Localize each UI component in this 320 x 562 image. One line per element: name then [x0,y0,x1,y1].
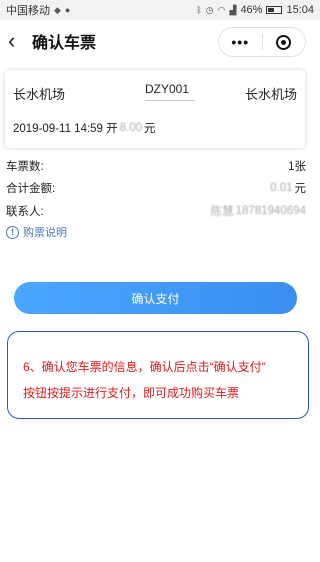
purchase-help-label: 购票说明 [23,227,67,239]
total-amount-label: 合计金额: [6,183,56,195]
carrier-label: 中国移动 [6,5,50,17]
total-amount-unit: 元 [294,183,307,195]
instruction-callout: 6、确认您车票的信息，确认后点击“确认支付” 按钮按提示进行支付，即可成功购买车… [7,331,309,419]
mini-program-capsule: ••• [218,27,306,57]
confirm-pay-button[interactable]: 确认支付 [14,282,297,314]
chevron-left-icon[interactable]: ‹ [0,30,30,52]
bluetooth-icon: ᛒ [196,5,202,15]
ticket-price: 8.00 [119,122,143,134]
price-unit: 元 [144,123,156,135]
signal-icon: ▟ [229,4,237,15]
page-title: 确认车票 [32,35,97,52]
instruction-line-2: 按钮按提示进行支付，即可成功购买车票 [23,386,240,400]
ticket-count-value: 1张 [288,161,306,173]
status-bar-right: ᛒ ◷ ◠ ▟ 46% 15:04 [196,4,314,16]
battery-icon [266,6,283,14]
contact-info: 陈慧 18781940694 [211,203,306,219]
location-icon: ● [64,5,71,15]
contact-name: 陈慧 [210,206,234,218]
close-circle-icon [276,34,292,50]
close-button[interactable] [262,34,305,50]
route-arrow [145,100,195,101]
departure-time: 2019-09-11 14:59 开 [13,123,118,135]
purchase-help-link[interactable]: ! 购票说明 [6,224,67,240]
ticket-card: 长水机场 DZY001 长水机场 2019-09-11 14:59 开 8.00… [5,70,305,148]
clock: 15:04 [286,4,314,16]
destination-station: 长水机场 [244,87,297,102]
info-icon: ! [6,225,19,239]
ticket-count-row: 车票数: 1张 [6,158,306,174]
ticket-count-label: 车票数: [6,161,44,173]
battery-percent: 46% [240,4,263,16]
route-number: DZY001 [145,82,190,96]
more-button[interactable]: ••• [219,34,262,50]
contact-row: 联系人: 陈慧 18781940694 [6,203,306,219]
instruction-line-1: 6、确认您车票的信息，确认后点击“确认支付” [23,360,266,374]
origin-station: 长水机场 [13,87,66,102]
alarm-icon: ◷ [205,4,214,15]
total-amount: 0.01 元 [270,180,306,196]
contact-phone: 18781940694 [235,205,306,217]
nav-bar: ‹ 确认车票 ••• [0,20,320,62]
total-amount-value: 0.01 [270,182,293,194]
notification-icon: ◆ [54,4,61,15]
status-bar-left: 中国移动 ◆ ● [6,2,70,18]
status-bar: 中国移动 ◆ ● ᛒ ◷ ◠ ▟ 46% 15:04 [0,0,320,20]
total-amount-row: 合计金额: 0.01 元 [6,180,306,196]
wifi-icon: ◠ [217,4,226,15]
departure-info: 2019-09-11 14:59 开 8.00 元 [13,120,156,136]
contact-label: 联系人: [6,206,44,218]
